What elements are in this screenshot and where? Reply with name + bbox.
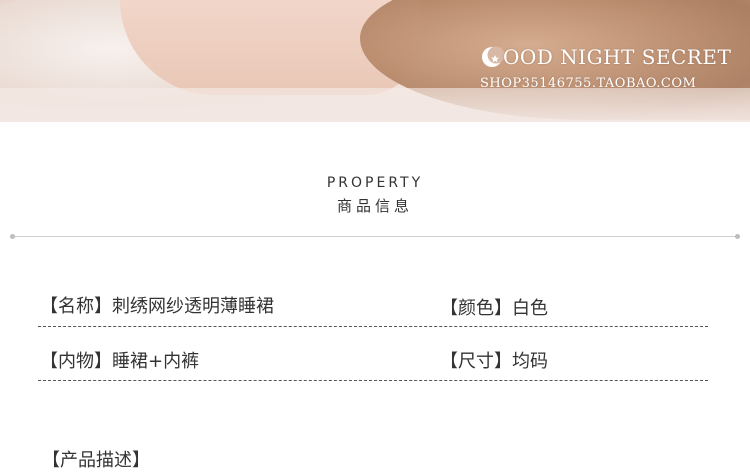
property-label: 【颜色】 bbox=[440, 298, 512, 319]
row-separator bbox=[38, 380, 708, 381]
section-title-chinese: 商品信息 bbox=[336, 197, 413, 215]
section-title-english: PROPERTY bbox=[326, 175, 424, 191]
property-label: 【尺寸】 bbox=[440, 351, 512, 372]
property-value: 睡裙+内裤 bbox=[112, 351, 200, 372]
property-size: 【尺寸】均码 bbox=[440, 347, 548, 373]
banner-sheet bbox=[0, 88, 750, 122]
property-name: 【名称】刺绣网纱透明薄睡裙 bbox=[40, 292, 274, 318]
property-value: 均码 bbox=[512, 351, 548, 372]
row-separator bbox=[38, 326, 708, 327]
section-divider bbox=[10, 234, 740, 239]
property-value: 刺绣网纱透明薄睡裙 bbox=[112, 296, 274, 317]
logo-brand-text: OOD NIGHT SECRET bbox=[503, 45, 732, 69]
moon-star-icon bbox=[482, 46, 504, 67]
logo-shop-url: SHOP35146755.TAOBAO.COM bbox=[480, 76, 697, 91]
property-value: 白色 bbox=[512, 298, 548, 319]
header-banner-image: OOD NIGHT SECRET SHOP35146755.TAOBAO.COM bbox=[0, 0, 750, 122]
property-contents: 【内物】睡裙+内裤 bbox=[40, 347, 199, 373]
product-description-heading: 【产品描述】 bbox=[42, 450, 150, 471]
property-color: 【颜色】白色 bbox=[440, 294, 548, 320]
property-label: 【内物】 bbox=[40, 351, 112, 372]
property-label: 【名称】 bbox=[40, 296, 112, 317]
